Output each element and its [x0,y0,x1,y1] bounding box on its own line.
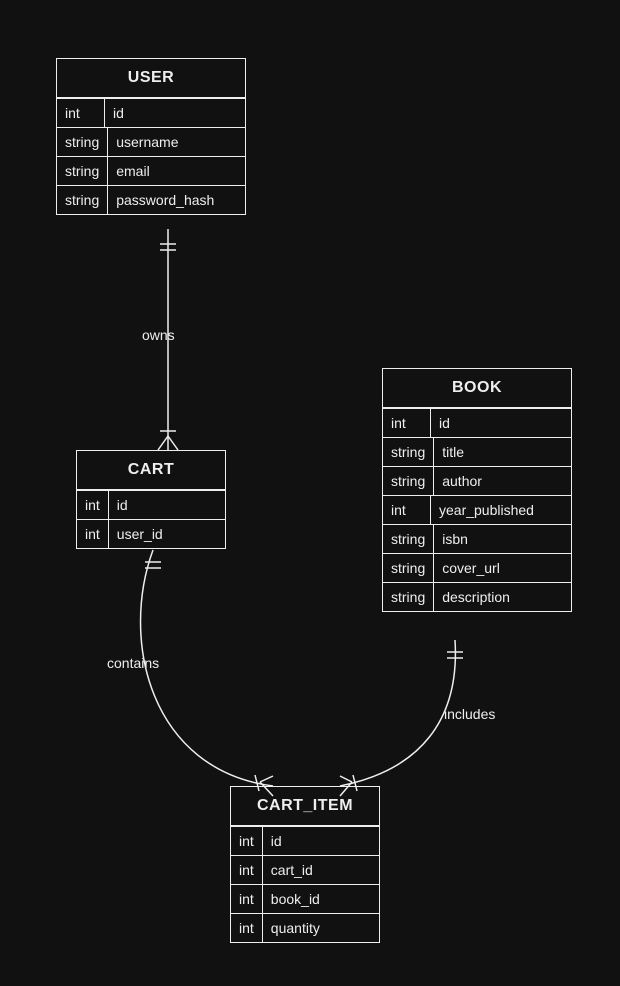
entity-cart: CART int id int user_id [76,450,226,549]
table-row: int id [77,490,225,519]
entity-cart-item: CART_ITEM int id int cart_id int book_id… [230,786,380,943]
table-row: string isbn [383,524,571,553]
table-row: int user_id [77,519,225,548]
rel-label-owns: owns [140,327,177,343]
entity-user: USER int id string username string email… [56,58,246,215]
table-row: int cart_id [231,855,379,884]
table-row: string description [383,582,571,611]
table-row: string username [57,127,245,156]
table-row: string password_hash [57,185,245,214]
table-row: string cover_url [383,553,571,582]
table-row: int book_id [231,884,379,913]
rel-label-includes: includes [442,706,497,722]
rel-label-contains: contains [105,655,161,671]
table-row: string author [383,466,571,495]
table-row: string email [57,156,245,185]
table-row: int year_published [383,495,571,524]
entity-user-title: USER [57,59,245,98]
entity-cart-item-title: CART_ITEM [231,787,379,826]
table-row: int quantity [231,913,379,942]
table-row: int id [231,826,379,855]
table-row: string title [383,437,571,466]
table-row: int id [57,98,245,127]
entity-book-title: BOOK [383,369,571,408]
entity-cart-title: CART [77,451,225,490]
table-row: int id [383,408,571,437]
entity-book: BOOK int id string title string author i… [382,368,572,612]
